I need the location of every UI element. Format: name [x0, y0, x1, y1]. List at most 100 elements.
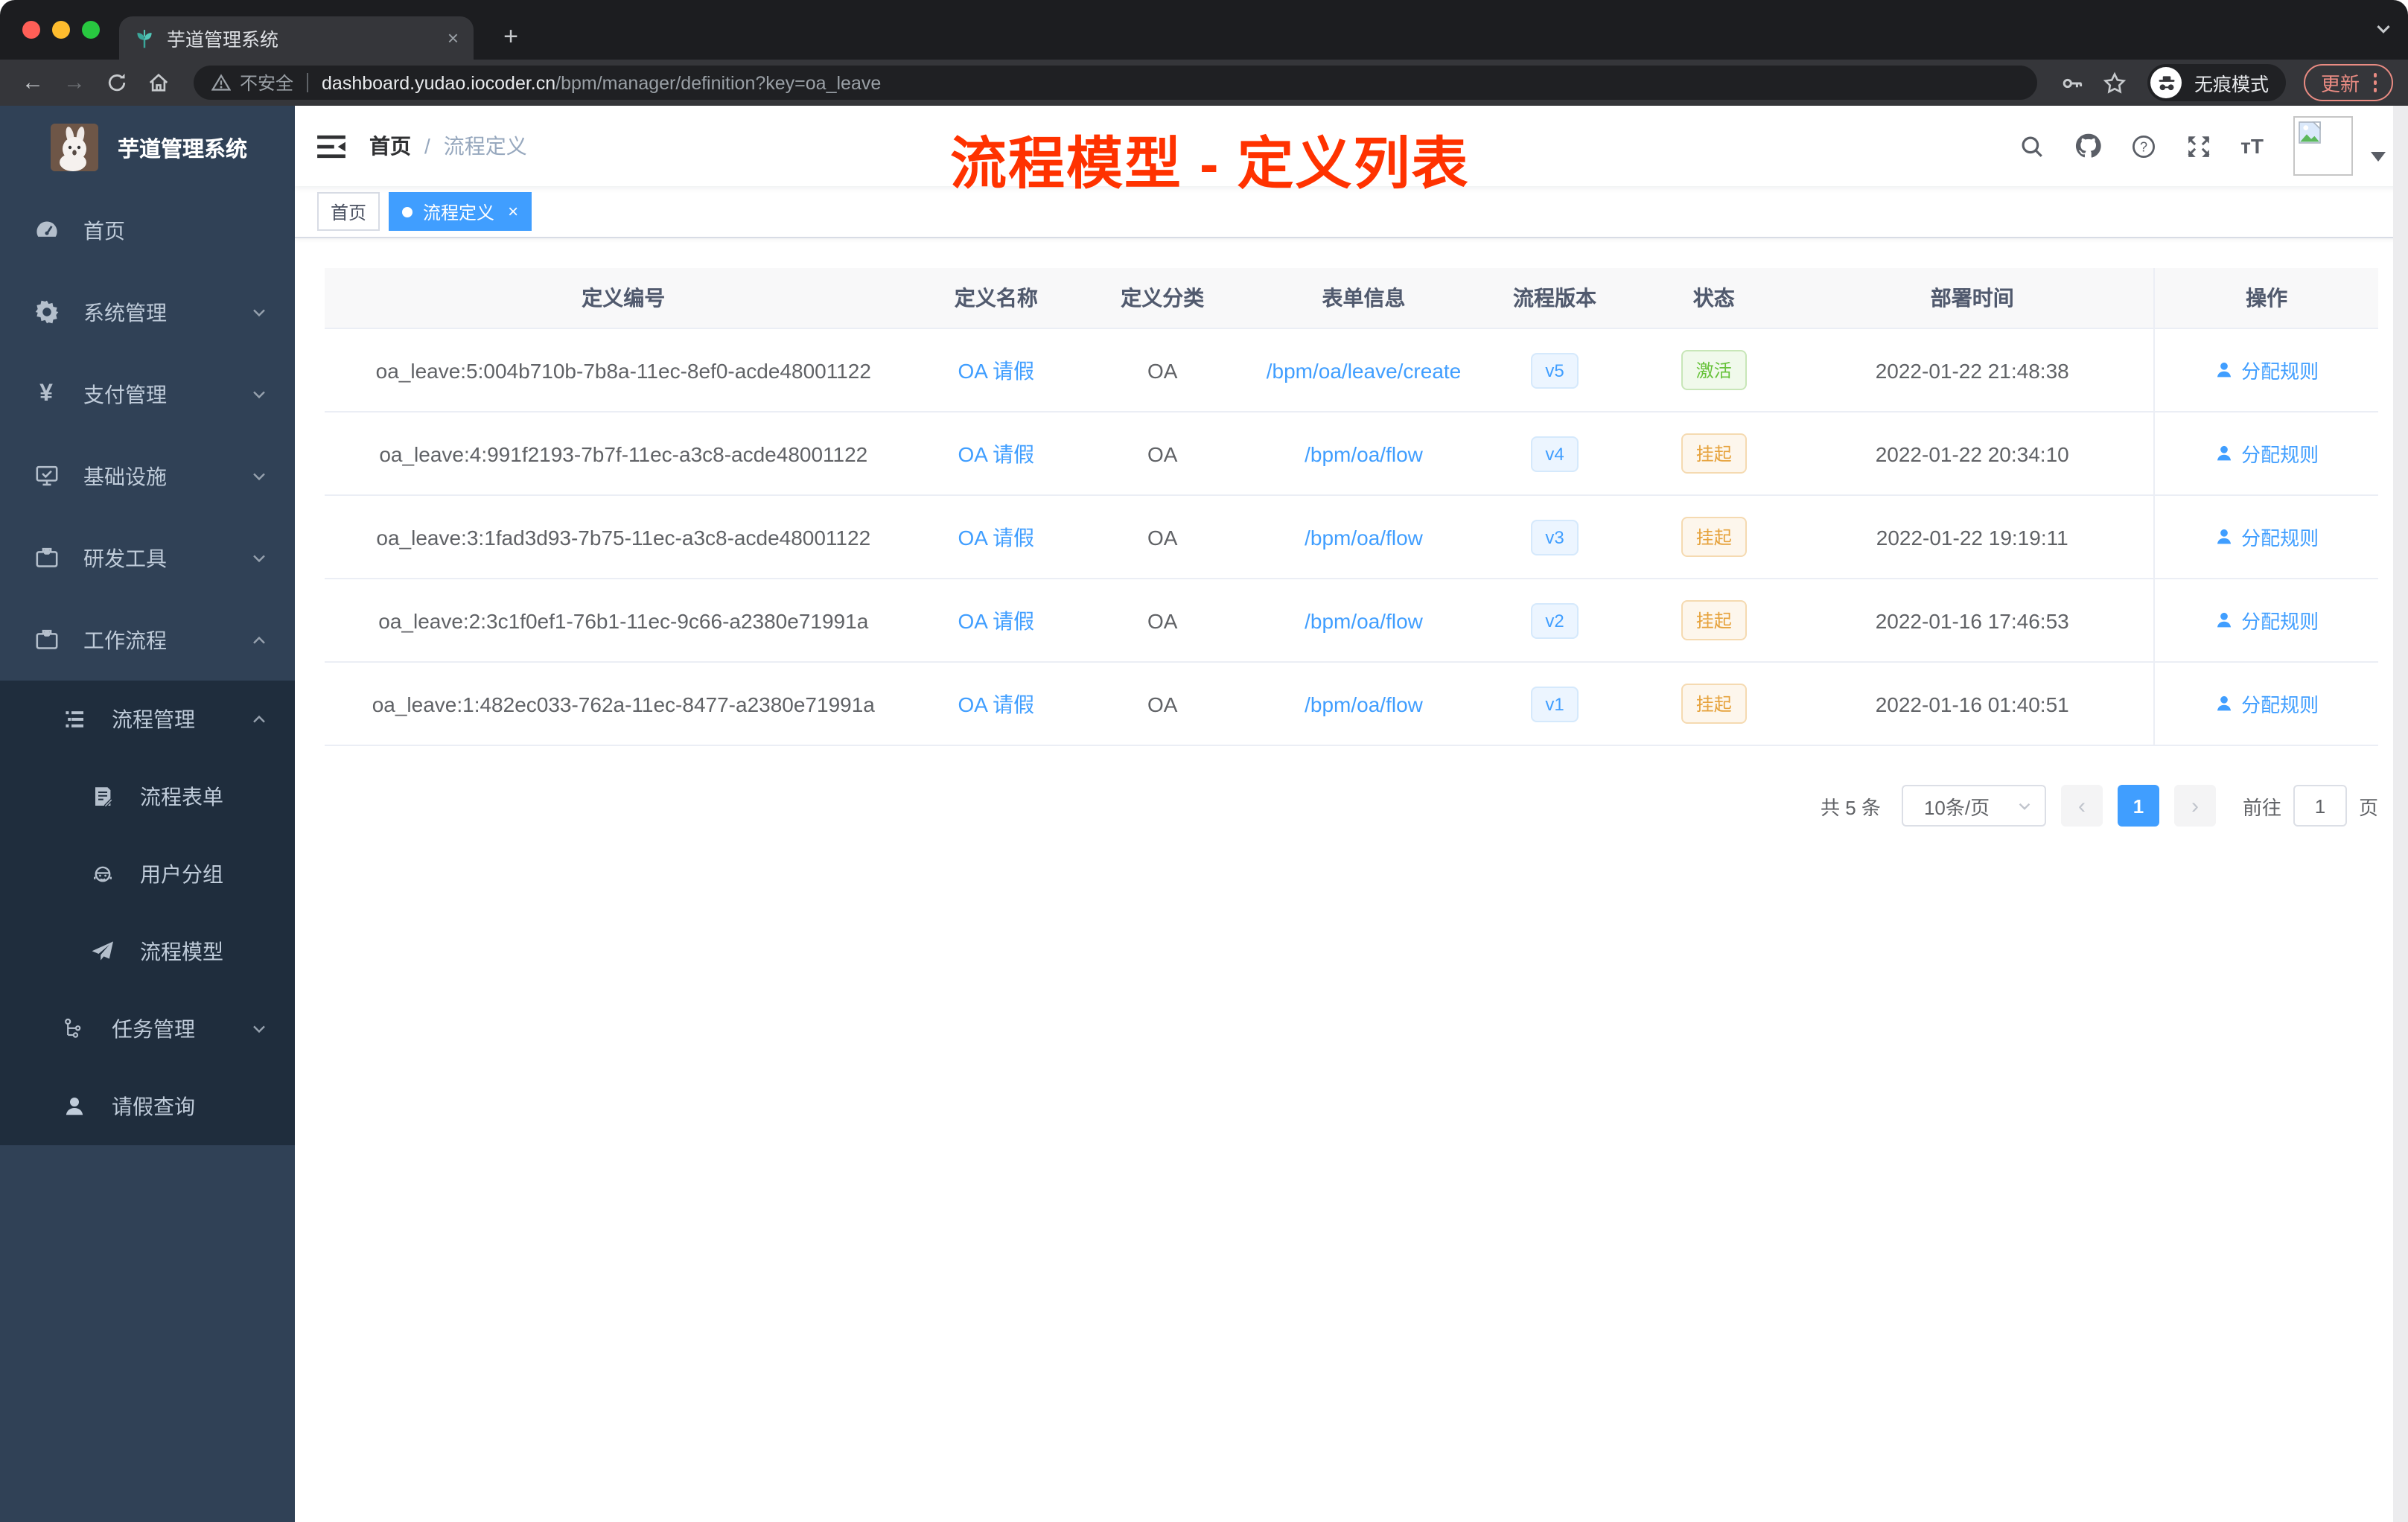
form-link[interactable]: /bpm/oa/flow: [1305, 608, 1423, 632]
minimize-window-button[interactable]: [52, 21, 70, 39]
col-process-version: 流程版本: [1472, 268, 1637, 329]
sidebar-item-leave-query[interactable]: 请假查询: [0, 1068, 295, 1145]
definition-name-link[interactable]: OA 请假: [958, 525, 1034, 549]
definition-category: OA: [1070, 495, 1255, 579]
forward-icon[interactable]: →: [57, 65, 92, 101]
chrome-update-button[interactable]: 更新: [2304, 64, 2393, 101]
svg-text:?: ?: [2139, 138, 2147, 153]
definition-name-link[interactable]: OA 请假: [958, 358, 1034, 382]
table-header-row: 定义编号 定义名称 定义分类 表单信息 流程版本 状态 部署时间 操作: [325, 268, 2378, 329]
incognito-label: 无痕模式: [2194, 74, 2269, 95]
col-definition-id: 定义编号: [325, 268, 923, 329]
caret-down-icon[interactable]: [2371, 151, 2386, 162]
sidebar-item-label: 流程表单: [140, 785, 223, 809]
sidebar-item-process-form[interactable]: 流程表单: [0, 758, 295, 835]
security-label[interactable]: 不安全: [240, 70, 293, 95]
page-size-select[interactable]: 10条/页: [1901, 785, 2046, 827]
assign-rule-link[interactable]: 分配规则: [2214, 606, 2319, 634]
version-tag: v5: [1530, 352, 1579, 388]
close-window-button[interactable]: [22, 21, 40, 39]
tag-process-definition[interactable]: 流程定义 ×: [389, 192, 532, 231]
sidebar-item-label: 首页: [83, 218, 125, 242]
sidebar-item-process-mgmt[interactable]: 流程管理: [0, 681, 295, 758]
update-label: 更新: [2320, 73, 2360, 95]
pagination-total: 共 5 条: [1821, 796, 1881, 818]
breadcrumb: 首页 / 流程定义: [369, 131, 527, 161]
avatar[interactable]: [2293, 116, 2353, 176]
sidebar-item-user-group[interactable]: 用户分组: [0, 835, 295, 913]
tag-close-icon[interactable]: ×: [508, 203, 518, 220]
sidebar-item-label: 流程模型: [140, 940, 223, 964]
chevron-down-icon: [2016, 797, 2033, 814]
sidebar-item-task-mgmt[interactable]: 任务管理: [0, 990, 295, 1068]
font-size-icon[interactable]: ᴛT: [2240, 134, 2264, 158]
sidebar-item-home[interactable]: 首页: [0, 189, 295, 271]
scrollbar[interactable]: [2393, 106, 2408, 1522]
assign-rule-link[interactable]: 分配规则: [2214, 690, 2319, 718]
definition-name-link[interactable]: OA 请假: [958, 692, 1034, 716]
next-page-button[interactable]: ›: [2173, 785, 2216, 827]
definition-id: oa_leave:1:482ec033-762a-11ec-8477-a2380…: [325, 662, 923, 746]
browser-menu-icon[interactable]: [2373, 73, 2377, 92]
tag-home[interactable]: 首页: [317, 192, 380, 231]
definition-category: OA: [1070, 328, 1255, 413]
new-tab-button[interactable]: +: [494, 21, 527, 54]
briefcase-icon: [30, 627, 63, 652]
form-link[interactable]: /bpm/oa/flow: [1305, 442, 1423, 465]
github-icon[interactable]: [2074, 133, 2100, 159]
back-icon[interactable]: ←: [15, 65, 51, 101]
table-row: oa_leave:3:1fad3d93-7b75-11ec-a3c8-acde4…: [325, 495, 2378, 579]
breadcrumb-home[interactable]: 首页: [369, 131, 411, 161]
sidebar-item-workflow[interactable]: 工作流程: [0, 599, 295, 681]
assign-rule-link[interactable]: 分配规则: [2214, 356, 2319, 384]
page-1-button[interactable]: 1: [2117, 785, 2159, 827]
fullscreen-icon[interactable]: [2185, 133, 2211, 159]
chevron-up-icon: [250, 631, 268, 649]
definition-name-link[interactable]: OA 请假: [958, 442, 1034, 465]
sidebar-item-infra[interactable]: 基础设施: [0, 435, 295, 517]
bookmark-star-icon[interactable]: [2098, 65, 2133, 101]
password-key-icon[interactable]: [2056, 65, 2092, 101]
assign-rule-link[interactable]: 分配规则: [2214, 523, 2319, 551]
form-link[interactable]: /bpm/oa/flow: [1305, 525, 1423, 549]
goto-page-input[interactable]: [2293, 785, 2347, 827]
pagination: 共 5 条 10条/页 ‹ 1 › 前往 页: [325, 785, 2378, 827]
tab-title: 芋道管理系统: [167, 30, 279, 51]
zoom-window-button[interactable]: [82, 21, 100, 39]
table-row: oa_leave:4:991f2193-7b7f-11ec-a3c8-acde4…: [325, 412, 2378, 496]
pagination-goto: 前往 页: [2243, 785, 2378, 827]
sidebar-item-label: 系统管理: [83, 300, 167, 324]
form-link[interactable]: /bpm/oa/flow: [1305, 692, 1423, 716]
tab-close-icon[interactable]: ×: [447, 27, 459, 49]
person-icon: [58, 1095, 91, 1118]
incognito-badge: 无痕模式: [2147, 64, 2287, 101]
reload-icon[interactable]: [98, 65, 134, 101]
sidebar-item-label: 用户分组: [140, 862, 223, 886]
assign-rule-link[interactable]: 分配规则: [2214, 439, 2319, 468]
tab-search-chevron-icon[interactable]: [2374, 19, 2393, 39]
search-icon[interactable]: [2019, 133, 2044, 159]
sidebar-item-payment[interactable]: ¥ 支付管理: [0, 353, 295, 435]
sidebar-item-devtools[interactable]: 研发工具: [0, 517, 295, 599]
browser-tab[interactable]: 芋道管理系统 ×: [119, 16, 474, 60]
sidebar-logo[interactable]: 芋道管理系统: [0, 106, 295, 189]
yen-icon: ¥: [39, 380, 53, 406]
col-form-info: 表单信息: [1255, 268, 1473, 329]
definition-name-link[interactable]: OA 请假: [958, 608, 1034, 632]
hamburger-icon[interactable]: [317, 133, 345, 159]
form-link[interactable]: /bpm/oa/leave/create: [1267, 358, 1462, 382]
home-icon[interactable]: [140, 65, 176, 101]
sidebar-item-system[interactable]: 系统管理: [0, 271, 295, 353]
help-icon[interactable]: ?: [2130, 133, 2156, 159]
chevron-down-icon: [250, 467, 268, 485]
sidebar: 芋道管理系统 首页 系统管理 ¥ 支付管理 基础设施 研发工具 工作流程 流程管…: [0, 106, 295, 1522]
tag-label: 流程定义: [423, 202, 495, 223]
prev-page-button[interactable]: ‹: [2060, 785, 2103, 827]
form-icon: [86, 785, 119, 809]
monitor-icon: [30, 463, 63, 488]
sidebar-item-process-model[interactable]: 流程模型: [0, 913, 295, 990]
browser-toolbar: ← → 不安全 dashboard.yudao.iocoder.cn /bpm/…: [0, 60, 2408, 106]
sidebar-item-label: 工作流程: [83, 628, 167, 652]
url-bar[interactable]: 不安全 dashboard.yudao.iocoder.cn /bpm/mana…: [194, 66, 2038, 100]
deploy-time: 2022-01-16 01:40:51: [1791, 662, 2155, 746]
